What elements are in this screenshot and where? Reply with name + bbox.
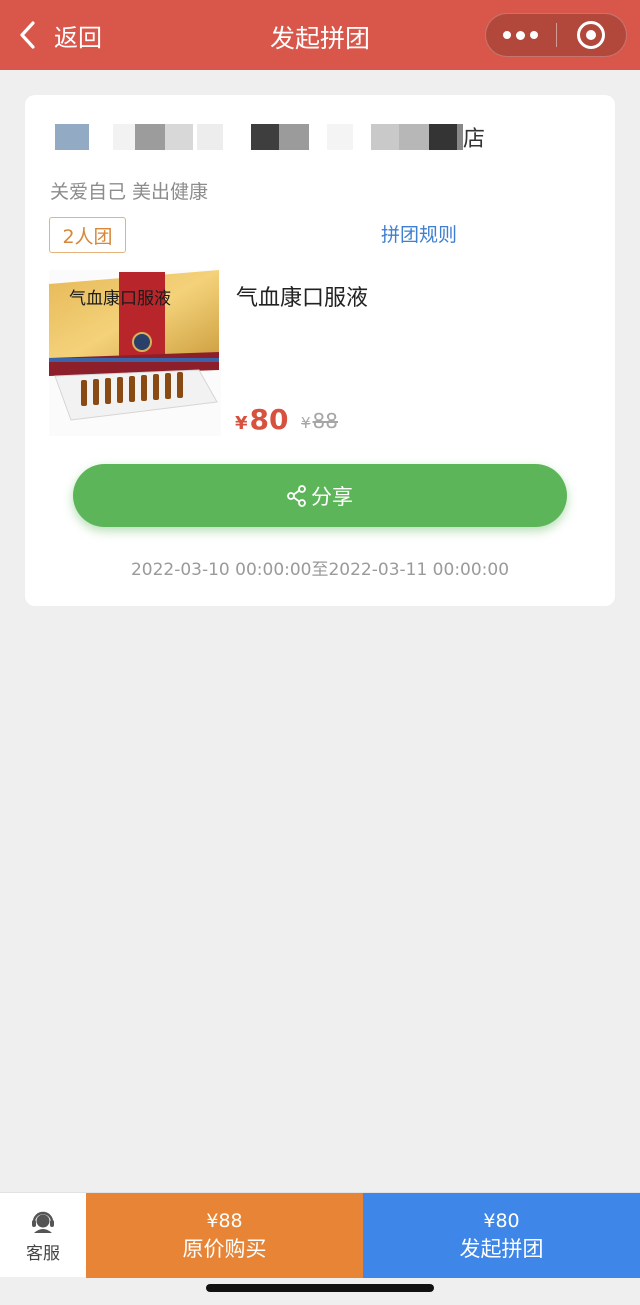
store-name-redacted <box>113 124 135 150</box>
page: 返回 发起拼团 店 关爱自己 美出健康 2人团 拼团规则 气血康口服液 气血康口… <box>0 0 640 1305</box>
home-indicator <box>206 1284 434 1292</box>
customer-service-label: 客服 <box>26 1244 60 1264</box>
original-price-value: 88 <box>312 409 338 433</box>
store-slogan: 关爱自己 美出健康 <box>50 181 209 203</box>
store-name-redacted <box>429 124 457 150</box>
close-button[interactable] <box>557 13 627 57</box>
share-button[interactable]: 分享 <box>73 464 567 527</box>
product-name: 气血康口服液 <box>236 286 369 311</box>
group-price-value: 80 <box>249 403 289 436</box>
mini-program-capsule <box>485 13 627 57</box>
store-name-redacted <box>197 124 223 150</box>
product-box-label: 气血康口服液 <box>69 289 171 309</box>
group-buy-label: 发起拼团 <box>459 1236 544 1261</box>
customer-service-button[interactable]: 客服 <box>0 1193 86 1278</box>
start-group-buy-button[interactable]: ¥80 发起拼团 <box>363 1193 640 1278</box>
store-name-tail: 店 <box>463 127 486 152</box>
more-button[interactable] <box>486 13 556 57</box>
group-price-currency: ¥ <box>235 413 248 434</box>
more-dots-icon <box>503 30 539 40</box>
bottom-action-bar: 客服 ¥88 原价购买 ¥80 发起拼团 <box>0 1192 640 1278</box>
top-nav-bar: 返回 发起拼团 <box>0 0 640 70</box>
group-buy-price: ¥80 <box>483 1209 520 1232</box>
close-target-icon <box>577 21 606 49</box>
group-buy-card: 店 关爱自己 美出健康 2人团 拼团规则 气血康口服液 气血康口服液 ¥ 80 … <box>25 95 615 606</box>
original-buy-label: 原价购买 <box>182 1236 267 1261</box>
original-buy-price: ¥88 <box>206 1209 243 1232</box>
product-image[interactable]: 气血康口服液 <box>49 270 221 436</box>
store-name-redacted <box>327 124 353 150</box>
store-name-redacted <box>279 124 309 150</box>
store-name-redacted <box>251 124 279 150</box>
store-name-redacted <box>55 124 89 150</box>
store-name-redacted <box>165 124 193 150</box>
original-price-buy-button[interactable]: ¥88 原价购买 <box>86 1193 363 1278</box>
store-name: 店 <box>55 117 555 157</box>
group-rules-link[interactable]: 拼团规则 <box>381 220 457 247</box>
share-icon <box>287 484 306 507</box>
store-name-redacted <box>399 124 429 150</box>
share-label: 分享 <box>311 484 353 509</box>
customer-service-icon <box>32 1211 54 1233</box>
product-box-illustration: 气血康口服液 <box>49 270 221 436</box>
group-size-tag: 2人团 <box>49 217 126 253</box>
original-price: ¥ 88 <box>301 409 338 433</box>
group-buy-period: 2022-03-10 00:00:00至2022-03-11 00:00:00 <box>130 560 510 580</box>
original-price-currency: ¥ <box>301 414 311 432</box>
group-price: ¥ 80 <box>235 403 289 436</box>
store-name-redacted <box>135 124 165 150</box>
store-name-redacted <box>371 124 399 150</box>
